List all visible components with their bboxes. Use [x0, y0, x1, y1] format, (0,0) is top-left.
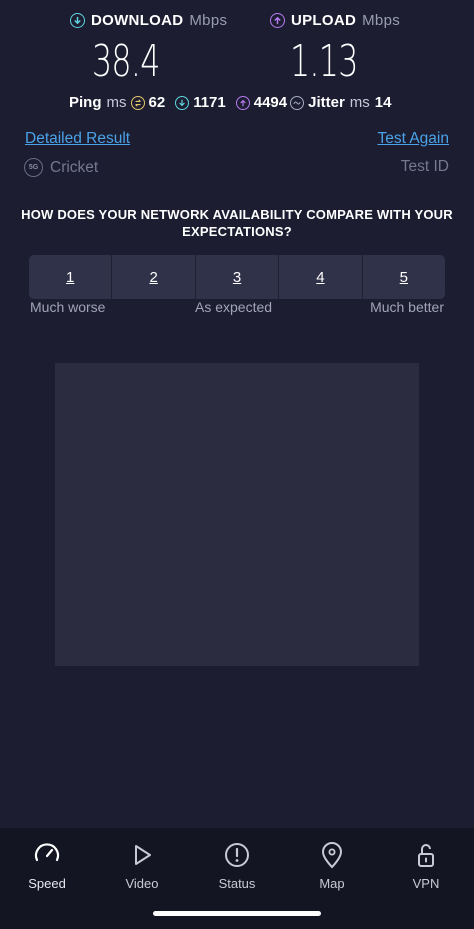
ad-placeholder[interactable]: [55, 363, 419, 666]
alert-icon: [225, 843, 249, 867]
rating-option-2[interactable]: 2: [112, 255, 196, 299]
home-indicator[interactable]: [153, 911, 321, 916]
upload-value: 1.13: [290, 36, 358, 87]
tab-map-label: Map: [319, 876, 345, 891]
download-unit: Mbps: [189, 12, 228, 29]
speedometer-icon: [34, 843, 60, 862]
ping-idle-value: 62: [148, 94, 166, 111]
network-5g-icon: 5G: [24, 158, 43, 177]
unlock-icon: [418, 844, 434, 867]
ping-upload-value: 4494: [253, 94, 288, 111]
detailed-result-link[interactable]: Detailed Result: [25, 130, 130, 148]
play-icon: [135, 845, 151, 865]
jitter-unit: ms: [349, 94, 370, 111]
upload-label: UPLOAD: [291, 12, 357, 29]
speedtest-result-screen: DOWNLOAD Mbps 38.4 UPLOAD Mbps 1.13 Ping…: [0, 0, 474, 929]
download-ping-icon: [175, 95, 190, 110]
rating-option-1[interactable]: 1: [29, 255, 113, 299]
rating-option-3[interactable]: 3: [195, 255, 280, 299]
jitter-value: 14: [374, 94, 392, 111]
scale-label-better: Much better: [370, 299, 444, 315]
upload-arrow-icon: [270, 13, 285, 28]
upload-ping-icon: [235, 95, 250, 110]
tab-map[interactable]: Map: [292, 840, 372, 891]
upload-header: UPLOAD Mbps: [270, 12, 400, 29]
tab-speed-label: Speed: [28, 876, 66, 891]
download-value: 38.4: [92, 36, 160, 87]
tab-speed[interactable]: Speed: [7, 840, 87, 891]
survey-question: HOW DOES YOUR NETWORK AVAILABILITY COMPA…: [21, 207, 453, 239]
scale-label-expected: As expected: [195, 299, 273, 315]
ping-unit: ms: [106, 94, 127, 111]
jitter-label: Jitter: [308, 94, 345, 111]
tab-status-label: Status: [218, 876, 256, 891]
tab-video[interactable]: Video: [102, 840, 182, 891]
ping-label: Ping: [69, 94, 102, 111]
ping-download-value: 1171: [193, 94, 226, 111]
test-id-label[interactable]: Test ID: [401, 158, 449, 176]
download-label: DOWNLOAD: [91, 12, 184, 29]
download-arrow-icon: [70, 13, 85, 28]
scale-label-worse: Much worse: [30, 299, 106, 315]
download-header: DOWNLOAD Mbps: [70, 12, 227, 29]
idle-ping-icon: [130, 95, 145, 110]
upload-unit: Mbps: [362, 12, 401, 29]
rating-option-5[interactable]: 5: [362, 255, 445, 299]
rating-option-4[interactable]: 4: [279, 255, 363, 299]
provider-name: Cricket: [50, 158, 99, 176]
jitter-icon: [290, 95, 305, 110]
tab-vpn[interactable]: VPN: [386, 840, 466, 891]
ping-jitter-row: Ping ms 62 1171 4494 Jitter ms 14: [69, 94, 391, 111]
tab-vpn-label: VPN: [412, 876, 440, 891]
tab-status[interactable]: Status: [197, 840, 277, 891]
map-pin-icon: [321, 842, 343, 869]
provider-info: 5G Cricket: [24, 158, 98, 177]
test-again-link[interactable]: Test Again: [377, 130, 449, 148]
tab-video-label: Video: [125, 876, 159, 891]
rating-scale: 1 2 3 4 5: [29, 255, 445, 299]
